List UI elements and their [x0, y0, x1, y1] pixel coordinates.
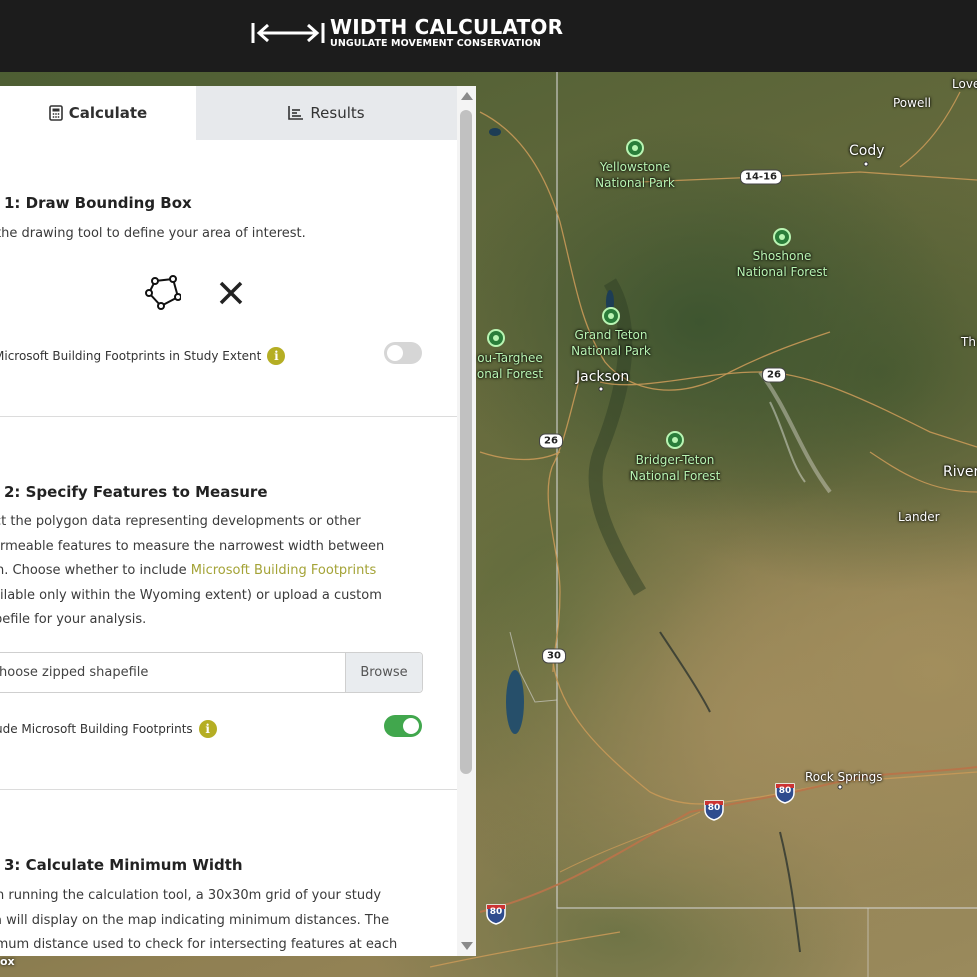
app-header: WIDTH CALCULATOR UNGULATE MOVEMENT CONSE…	[0, 0, 977, 72]
side-panel: Calculate Results p 1: Draw Bounding Box…	[0, 86, 476, 956]
highway-shield: 14-16	[740, 169, 782, 185]
interstate-shield-icon: 80	[703, 799, 725, 821]
info-icon[interactable]: i	[267, 347, 286, 365]
calculate-content: p 1: Draw Bounding Box the drawing tool …	[0, 140, 457, 956]
calculator-icon	[48, 105, 63, 121]
highway-shield: 26	[539, 433, 563, 449]
city-label: Th	[961, 335, 976, 349]
tab-results-label: Results	[310, 104, 365, 122]
park-icon[interactable]	[487, 329, 505, 347]
park-label: ou-Targhee onal Forest	[476, 351, 544, 381]
scroll-down-arrow-icon[interactable]	[461, 942, 473, 950]
shapefile-upload-field[interactable]: hoose zipped shapefile Browse	[0, 652, 423, 693]
divider	[0, 416, 457, 417]
step3-title: p 3: Calculate Minimum Width	[0, 856, 243, 874]
toggle-knob	[403, 718, 419, 734]
city-label: Powell	[893, 96, 932, 110]
divider	[0, 789, 457, 790]
browse-button[interactable]: Browse	[345, 653, 422, 692]
city-dot	[863, 161, 869, 167]
city-label: Rock Springs	[805, 770, 883, 784]
park-label: Yellowstone National Park	[595, 160, 675, 190]
park-icon[interactable]	[666, 431, 684, 449]
park-icon[interactable]	[626, 139, 644, 157]
city-label: Lander	[898, 510, 940, 524]
city-label: Cody	[849, 143, 885, 159]
scroll-thumb[interactable]	[460, 110, 472, 774]
step2-title: p 2: Specify Features to Measure	[0, 483, 268, 501]
step2-description: ct the polygon data representing develop…	[0, 514, 385, 627]
map-bottom-label: ox	[0, 955, 15, 968]
step1-toggle-label: Microsoft Building Footprints in Study E…	[0, 347, 286, 365]
tab-calculate-label: Calculate	[68, 104, 148, 122]
step2-toggle-label: ude Microsoft Building Footprints i	[0, 720, 217, 738]
polygon-draw-icon[interactable]	[145, 275, 181, 311]
park-icon[interactable]	[602, 307, 620, 325]
scroll-up-arrow-icon[interactable]	[461, 92, 473, 100]
highway-shield: 30	[542, 648, 566, 664]
footprints-link[interactable]: Microsoft Building Footprints	[191, 563, 377, 578]
city-label: Jackson	[576, 369, 630, 385]
park-label: Shoshone National Forest	[736, 249, 828, 279]
app-subtitle: UNGULATE MOVEMENT CONSERVATION	[330, 38, 541, 49]
interstate-shield-icon: 80	[485, 903, 507, 925]
app-title: WIDTH CALCULATOR	[330, 15, 564, 39]
highway-shield: 26	[762, 367, 786, 383]
panel-scrollbar[interactable]	[457, 86, 476, 956]
park-label: Bridger-Teton National Forest	[629, 453, 721, 483]
city-label: River	[943, 464, 977, 480]
step1-description: the drawing tool to define your area of …	[0, 226, 306, 241]
show-footprints-toggle[interactable]	[384, 342, 422, 364]
width-arrows-icon	[251, 22, 325, 43]
city-dot	[598, 386, 604, 392]
tab-bar: Calculate Results	[0, 86, 457, 140]
tab-calculate[interactable]: Calculate	[0, 86, 196, 140]
info-icon[interactable]: i	[198, 720, 217, 738]
app-logo[interactable]: WIDTH CALCULATOR UNGULATE MOVEMENT CONSE…	[250, 16, 563, 49]
tab-results[interactable]: Results	[196, 86, 457, 140]
bar-chart-icon	[288, 106, 304, 120]
toggle-knob	[387, 345, 403, 361]
city-dot	[837, 784, 843, 790]
close-icon[interactable]	[216, 278, 246, 308]
park-icon[interactable]	[773, 228, 791, 246]
include-footprints-toggle[interactable]	[384, 715, 422, 737]
step3-description: n running the calculation tool, a 30x30m…	[0, 888, 398, 952]
park-label: Grand Teton National Park	[571, 328, 651, 358]
step1-title: p 1: Draw Bounding Box	[0, 194, 192, 212]
interstate-shield-icon: 80	[774, 782, 796, 804]
file-input-placeholder: hoose zipped shapefile	[0, 665, 149, 680]
city-label: Love	[952, 77, 977, 91]
